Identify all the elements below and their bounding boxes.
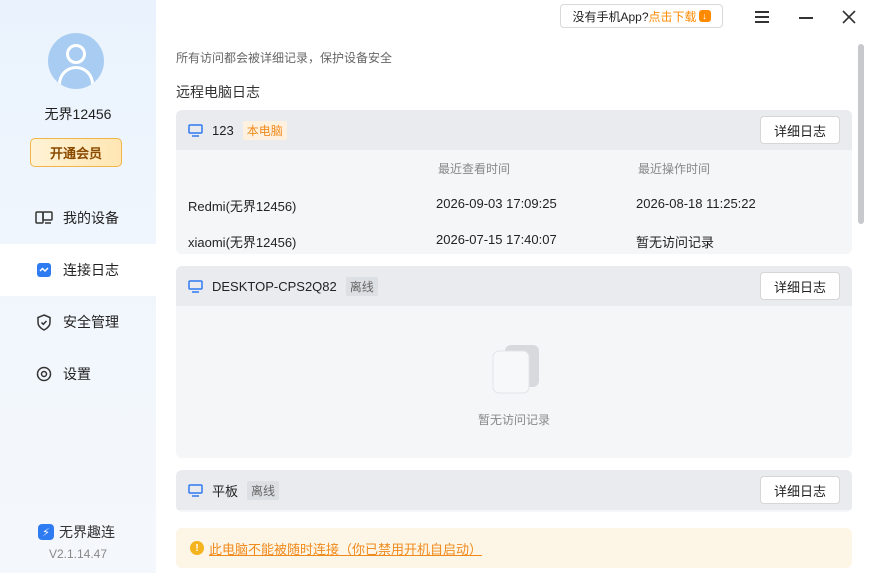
shield-icon bbox=[35, 313, 53, 331]
empty-records-text: 暂无访问记录 bbox=[477, 413, 550, 427]
sidebar-nav: 我的设备 连接日志 安全管理 设置 bbox=[0, 192, 156, 400]
sidebar-item-label: 设置 bbox=[63, 366, 91, 382]
computer-icon bbox=[188, 279, 203, 293]
download-arrow-icon: ↓ bbox=[698, 10, 711, 22]
minimize-button[interactable] bbox=[795, 6, 817, 28]
last-view-time: 2026-07-15 17:40:07 bbox=[436, 232, 557, 247]
section-title: 远程电脑日志 bbox=[176, 84, 260, 100]
device-card-header: 123 本电脑 详细日志 bbox=[176, 110, 852, 150]
sidebar-item-devices[interactable]: 我的设备 bbox=[0, 192, 156, 244]
avatar[interactable] bbox=[48, 33, 104, 89]
detail-log-button[interactable]: 详细日志 bbox=[760, 476, 840, 504]
download-prefix: 没有手机App? bbox=[572, 9, 649, 24]
device-card: DESKTOP-CPS2Q82 离线 详细日志 暂无访问记录 bbox=[176, 266, 852, 458]
devices-icon bbox=[35, 209, 53, 227]
security-notice: 所有访问都会被详细记录，保护设备安全 bbox=[176, 51, 393, 65]
minimize-icon bbox=[799, 17, 813, 19]
close-button[interactable] bbox=[838, 6, 860, 28]
device-card-header: DESKTOP-CPS2Q82 离线 详细日志 bbox=[176, 266, 852, 306]
sidebar-item-settings[interactable]: 设置 bbox=[0, 348, 156, 400]
computer-icon bbox=[188, 483, 203, 497]
offline-badge: 离线 bbox=[247, 480, 280, 500]
gear-icon bbox=[35, 365, 53, 383]
visitor-name: Redmi(无界12456) bbox=[188, 199, 297, 214]
device-name: DESKTOP-CPS2Q82 bbox=[212, 278, 337, 294]
sidebar-item-label: 安全管理 bbox=[63, 314, 119, 330]
sidebar: 无界12456 开通会员 我的设备 连接日志 安全管理 设置 ⚡ 无界趣连 V2… bbox=[0, 0, 156, 573]
menu-button[interactable] bbox=[751, 6, 773, 28]
brand-logo-icon: ⚡ bbox=[38, 524, 54, 540]
last-op-time: 2026-08-18 11:25:22 bbox=[636, 196, 756, 211]
avatar-head-shape bbox=[66, 44, 86, 64]
last-op-time: 暂无访问记录 bbox=[636, 235, 715, 250]
scrollbar-thumb[interactable] bbox=[858, 44, 864, 224]
sidebar-item-label: 连接日志 bbox=[63, 262, 119, 278]
device-card-header: 平板 离线 详细日志 bbox=[176, 470, 852, 510]
visitor-name: xiaomi(无界12456) bbox=[188, 235, 297, 250]
open-vip-button[interactable]: 开通会员 bbox=[30, 138, 122, 167]
sidebar-item-label: 我的设备 bbox=[63, 210, 119, 226]
version-label: V2.1.14.47 bbox=[48, 547, 108, 561]
autostart-warning-link[interactable]: 此电脑不能被随时连接（你已禁用开机自启动） bbox=[209, 539, 482, 558]
log-icon bbox=[35, 261, 53, 279]
col-last-op: 最近操作时间 bbox=[638, 162, 711, 176]
menu-line bbox=[755, 21, 769, 23]
brand-name: 无界趣连 bbox=[59, 524, 115, 540]
avatar-body-shape bbox=[58, 66, 94, 88]
detail-log-button[interactable]: 详细日志 bbox=[760, 272, 840, 300]
menu-line bbox=[755, 16, 769, 18]
download-app-button[interactable]: 没有手机App? 点击下载 ↓ bbox=[560, 4, 723, 28]
empty-records-icon bbox=[492, 345, 539, 394]
menu-line bbox=[755, 11, 769, 13]
computer-icon bbox=[188, 123, 203, 137]
detail-log-button[interactable]: 详细日志 bbox=[760, 116, 840, 144]
autostart-warning-bar: ! 此电脑不能被随时连接（你已禁用开机自启动） bbox=[176, 528, 852, 568]
sidebar-item-logs[interactable]: 连接日志 bbox=[0, 244, 156, 296]
brand: ⚡ 无界趣连 bbox=[38, 522, 115, 542]
device-card: 123 本电脑 详细日志 最近查看时间 最近操作时间 Redmi(无界12456… bbox=[176, 110, 852, 254]
warning-icon: ! bbox=[190, 541, 204, 555]
last-view-time: 2026-09-03 17:09:25 bbox=[436, 196, 557, 211]
device-card: 平板 离线 详细日志 bbox=[176, 470, 852, 512]
username: 无界12456 bbox=[44, 106, 112, 122]
device-name: 123 bbox=[212, 122, 234, 138]
device-name: 平板 bbox=[212, 483, 239, 499]
this-pc-badge: 本电脑 bbox=[242, 120, 287, 140]
offline-badge: 离线 bbox=[345, 276, 378, 296]
col-last-view: 最近查看时间 bbox=[438, 162, 511, 176]
download-link: 点击下载 bbox=[648, 9, 697, 24]
sidebar-item-security[interactable]: 安全管理 bbox=[0, 296, 156, 348]
close-icon bbox=[842, 10, 856, 24]
